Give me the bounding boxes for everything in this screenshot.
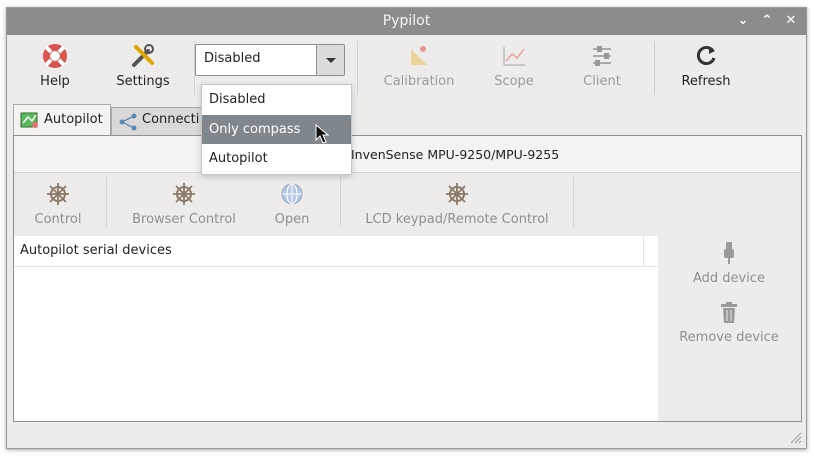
dropdown-option-only-compass[interactable]: Only compass: [202, 115, 351, 144]
remove-device-button[interactable]: Remove device: [659, 302, 799, 345]
control-separator: [573, 177, 574, 227]
serial-devices-list[interactable]: Autopilot serial devices: [14, 236, 658, 421]
mode-dropdown-menu: Disabled Only compass Autopilot: [201, 84, 352, 175]
tab-autopilot[interactable]: Autopilot: [13, 104, 111, 136]
imu-status-bar: InvenSense MPU-9250/MPU-9255: [14, 136, 801, 173]
lcd-keypad-button[interactable]: LCD keypad/Remote Control: [360, 181, 554, 233]
browser-control-label: Browser Control: [132, 212, 236, 227]
add-device-label: Add device: [692, 271, 765, 286]
tools-icon: [132, 44, 154, 67]
refresh-button[interactable]: Refresh: [675, 41, 737, 99]
tab-connections[interactable]: Connecti: [111, 107, 211, 135]
control-separator: [106, 177, 107, 227]
mode-combobox-value: Disabled: [204, 51, 261, 66]
usb-plug-icon: [724, 242, 734, 264]
scope-label: Scope: [494, 74, 534, 89]
scope-button[interactable]: Scope: [490, 41, 538, 99]
calibration-label: Calibration: [383, 74, 455, 89]
toolbar-separator: [357, 41, 358, 95]
add-device-button[interactable]: Add device: [659, 241, 799, 286]
toolbar: Help Settings Calibration Scope Client R…: [7, 35, 806, 104]
open-button[interactable]: Open: [270, 181, 314, 233]
open-label: Open: [274, 212, 310, 227]
pypilot-window: Pypilot ⌄ ⌃ ✕ Help Settings Calibration …: [6, 7, 807, 449]
lcd-keypad-label: LCD keypad/Remote Control: [365, 212, 549, 227]
close-button[interactable]: ✕: [782, 12, 800, 30]
sliders-icon: [593, 46, 611, 66]
resize-grip-icon[interactable]: [788, 430, 802, 444]
imu-status-text: InvenSense MPU-9250/MPU-9255: [351, 147, 560, 162]
list-header-spacer: [644, 236, 658, 267]
dropdown-option-label: Autopilot: [209, 151, 268, 166]
calibration-button[interactable]: Calibration: [379, 41, 459, 99]
dropdown-option-label: Only compass: [209, 122, 301, 137]
settings-button[interactable]: Settings: [110, 41, 176, 99]
minimize-button[interactable]: ⌄: [734, 12, 752, 30]
autopilot-panel: InvenSense MPU-9250/MPU-9255 Control Bro…: [13, 135, 802, 422]
helm-wheel-icon: [47, 183, 69, 205]
settings-label: Settings: [116, 74, 170, 89]
share-icon: [119, 113, 137, 131]
control-label: Control: [34, 212, 82, 227]
tab-connections-label: Connecti: [142, 112, 200, 127]
help-label: Help: [40, 74, 70, 89]
mode-combobox[interactable]: Disabled: [195, 44, 345, 76]
maximize-button[interactable]: ⌃: [758, 12, 776, 30]
mouse-cursor-icon: [315, 124, 329, 144]
calibration-icon: [411, 46, 427, 65]
control-button[interactable]: Control: [28, 181, 88, 233]
tab-autopilot-label: Autopilot: [44, 112, 103, 127]
browser-control-button[interactable]: Browser Control: [124, 181, 244, 233]
chevron-down-icon[interactable]: [316, 45, 344, 75]
trash-icon: [721, 302, 737, 323]
title-bar[interactable]: Pypilot ⌄ ⌃ ✕: [7, 8, 806, 35]
helm-wheel-icon: [173, 183, 195, 205]
client-label: Client: [583, 74, 621, 89]
scope-chart-icon: [503, 47, 525, 66]
lifebuoy-icon: [43, 44, 67, 68]
window-title: Pypilot: [382, 13, 431, 29]
globe-icon: [281, 183, 303, 205]
refresh-label: Refresh: [681, 74, 731, 89]
list-header-label: Autopilot serial devices: [20, 243, 172, 258]
autopilot-map-icon: [20, 112, 38, 128]
dropdown-option-autopilot[interactable]: Autopilot: [202, 144, 351, 173]
toolbar-separator: [654, 41, 655, 95]
control-separator: [340, 177, 341, 227]
dropdown-option-label: Disabled: [209, 92, 266, 107]
help-button[interactable]: Help: [27, 41, 83, 99]
refresh-icon: [696, 46, 716, 65]
remove-device-label: Remove device: [679, 330, 779, 345]
helm-wheel-icon: [446, 183, 468, 205]
dropdown-option-disabled[interactable]: Disabled: [202, 85, 351, 114]
list-header[interactable]: Autopilot serial devices: [14, 236, 644, 267]
client-button[interactable]: Client: [578, 41, 626, 99]
